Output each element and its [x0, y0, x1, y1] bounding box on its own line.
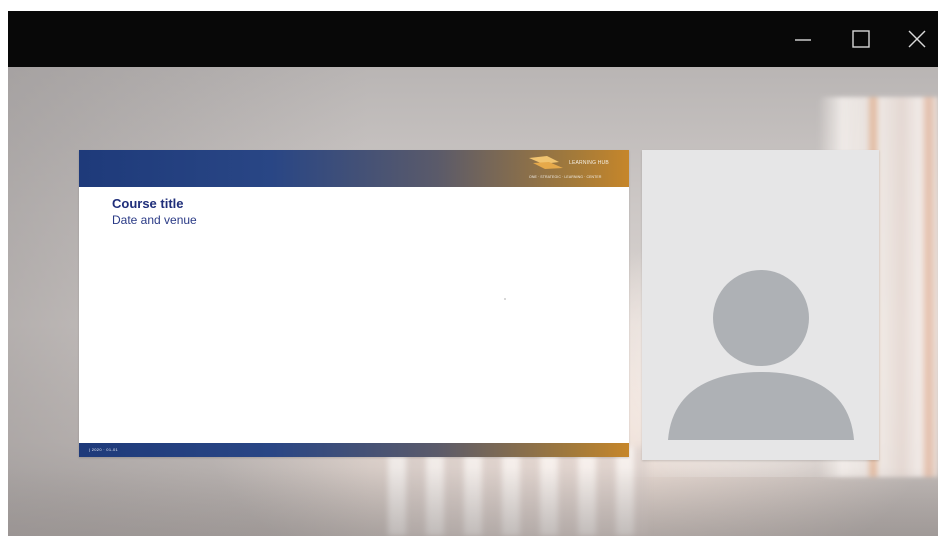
background-floor — [8, 467, 938, 536]
slide-footer-band: | 2020 · 01-01 — [79, 443, 629, 457]
logo-tagline: ONE · STRATEGIC · LEARNING · CENTER — [529, 175, 602, 179]
minimize-icon — [795, 39, 811, 41]
slide-header-band: LEARNING HUB ONE · STRATEGIC · LEARNING … — [79, 150, 629, 187]
title-bar[interactable] — [8, 11, 938, 67]
maximize-button[interactable] — [838, 11, 884, 67]
close-icon — [908, 30, 926, 48]
participant-video-tile[interactable] — [642, 150, 879, 460]
slide-subtitle: Date and venue — [112, 213, 197, 227]
logo-title: LEARNING HUB — [569, 160, 609, 166]
shared-slide[interactable]: LEARNING HUB ONE · STRATEGIC · LEARNING … — [79, 150, 629, 457]
logo-wing-icon — [529, 156, 563, 169]
maximize-icon — [852, 30, 870, 48]
slide-cursor-dot — [504, 298, 506, 300]
person-placeholder-icon — [668, 270, 854, 440]
minimize-button[interactable] — [780, 11, 826, 67]
slide-footer-text: | 2020 · 01-01 — [89, 447, 119, 452]
slide-logo: LEARNING HUB ONE · STRATEGIC · LEARNING … — [529, 156, 621, 182]
close-button[interactable] — [894, 11, 938, 67]
slide-title: Course title — [112, 196, 184, 211]
meeting-stage: LEARNING HUB ONE · STRATEGIC · LEARNING … — [8, 67, 938, 536]
meeting-window: LEARNING HUB ONE · STRATEGIC · LEARNING … — [8, 11, 938, 536]
